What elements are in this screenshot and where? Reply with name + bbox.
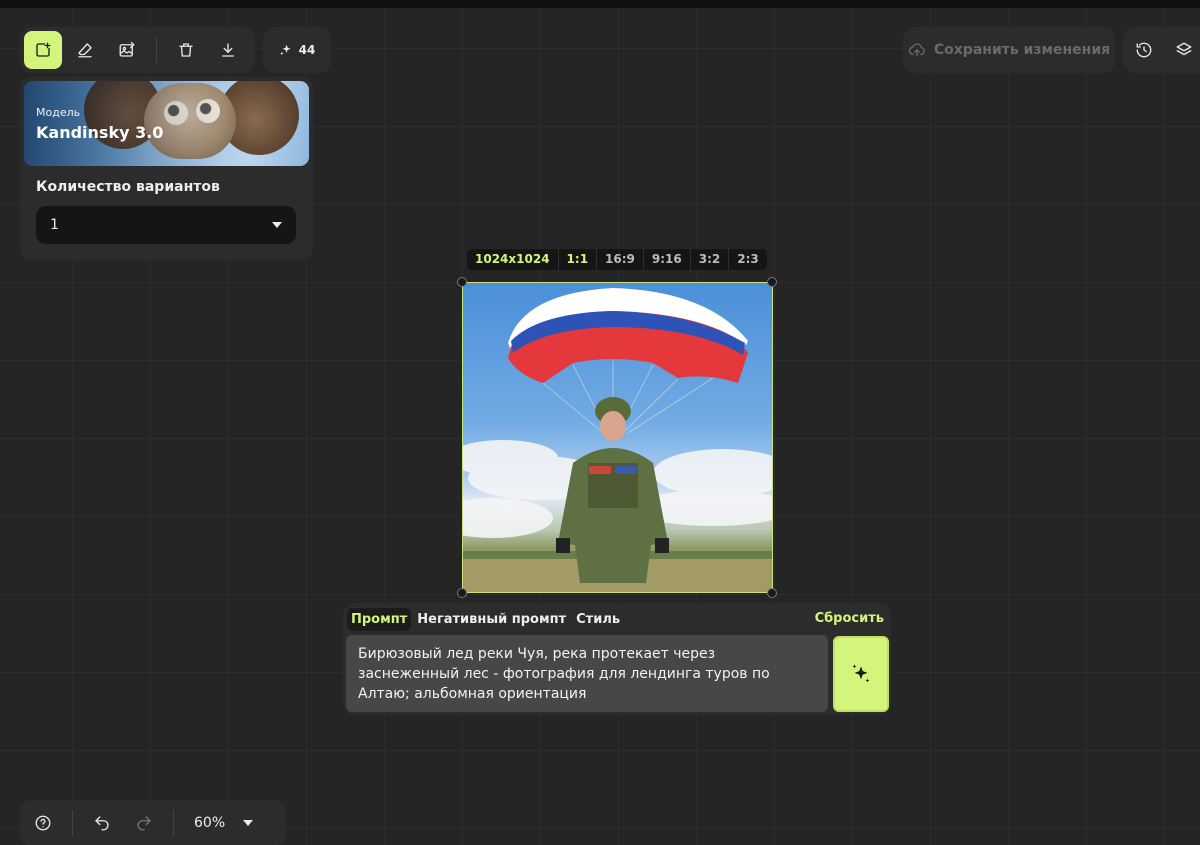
edit-image-icon (119, 41, 135, 57)
ratio-1-1[interactable]: 1:1 (559, 249, 598, 270)
credits-counter: 44 (263, 27, 331, 73)
main-toolbar (20, 27, 255, 73)
model-name: Kandinsky 3.0 (36, 123, 164, 142)
layers-button[interactable] (1165, 31, 1200, 69)
bottom-divider-2 (173, 810, 174, 836)
chevron-down-icon (272, 222, 282, 228)
model-settings-card: Модель Kandinsky 3.0 Количество варианто… (20, 77, 313, 260)
credits-count: 44 (298, 43, 316, 57)
variants-count-select[interactable]: 1 (36, 206, 296, 244)
zoom-select[interactable]: 60% (184, 815, 254, 831)
generated-image-illustration (463, 288, 772, 592)
bottom-divider (72, 810, 73, 836)
ratio-16-9[interactable]: 16:9 (597, 249, 644, 270)
add-image-icon (36, 42, 51, 57)
edit-image-button[interactable] (108, 31, 146, 69)
model-selector[interactable]: Модель Kandinsky 3.0 (24, 81, 309, 166)
download-button[interactable] (209, 31, 247, 69)
model-label: Модель (36, 106, 81, 119)
aspect-ratio-bar: 1024x1024 1:1 16:9 9:16 3:2 2:3 (467, 249, 767, 270)
prompt-panel: Промпт Негативный промпт Стиль Сбросить … (343, 603, 891, 715)
variants-count-value: 1 (50, 217, 59, 233)
resize-handle-bottom-right[interactable] (767, 588, 777, 598)
resolution-label[interactable]: 1024x1024 (467, 249, 559, 270)
ratio-2-3[interactable]: 2:3 (729, 249, 767, 270)
history-button[interactable] (1125, 31, 1163, 69)
zoom-value: 60% (194, 815, 226, 831)
toolbar-divider (156, 37, 157, 63)
tab-prompt[interactable]: Промпт (347, 608, 412, 631)
delete-button[interactable] (167, 31, 205, 69)
tab-negative-prompt[interactable]: Негативный промпт (413, 608, 570, 631)
eraser-button[interactable] (66, 31, 104, 69)
tab-style[interactable]: Стиль (572, 608, 624, 631)
reset-button[interactable]: Сбросить (815, 611, 884, 626)
generate-button[interactable] (833, 636, 889, 712)
resize-handle-top-right[interactable] (767, 277, 777, 287)
add-image-button[interactable] (24, 31, 62, 69)
cloud-upload-icon (908, 43, 925, 57)
undo-button[interactable] (83, 804, 121, 842)
help-button[interactable] (24, 804, 62, 842)
save-changes-label: Сохранить изменения (933, 42, 1111, 58)
eraser-icon (78, 43, 92, 58)
redo-icon (137, 816, 151, 831)
layers-icon (1176, 42, 1192, 56)
resize-handle-top-left[interactable] (457, 277, 467, 287)
undo-icon (95, 816, 109, 831)
resize-handle-bottom-left[interactable] (457, 588, 467, 598)
prompt-input[interactable]: Бирюзовый лед реки Чуя, река протекает ч… (346, 635, 828, 712)
history-icon (1136, 42, 1152, 58)
bottom-toolbar: 60% (20, 800, 286, 845)
ratio-3-2[interactable]: 3:2 (691, 249, 730, 270)
sparkle-icon (852, 664, 870, 683)
prompt-tabs: Промпт Негативный промпт Стиль (347, 608, 624, 631)
download-icon (222, 43, 234, 57)
sparkle-icon (279, 44, 291, 56)
ratio-9-16[interactable]: 9:16 (644, 249, 691, 270)
chevron-down-icon (243, 820, 254, 826)
window-top-edge (0, 0, 1200, 8)
variants-count-label: Количество вариантов (36, 179, 220, 195)
save-changes-button[interactable]: Сохранить изменения (903, 27, 1115, 73)
generated-image[interactable] (462, 282, 773, 593)
trash-icon (179, 43, 193, 57)
help-icon (35, 815, 51, 831)
right-toolbar (1123, 27, 1200, 73)
redo-button[interactable] (125, 804, 163, 842)
